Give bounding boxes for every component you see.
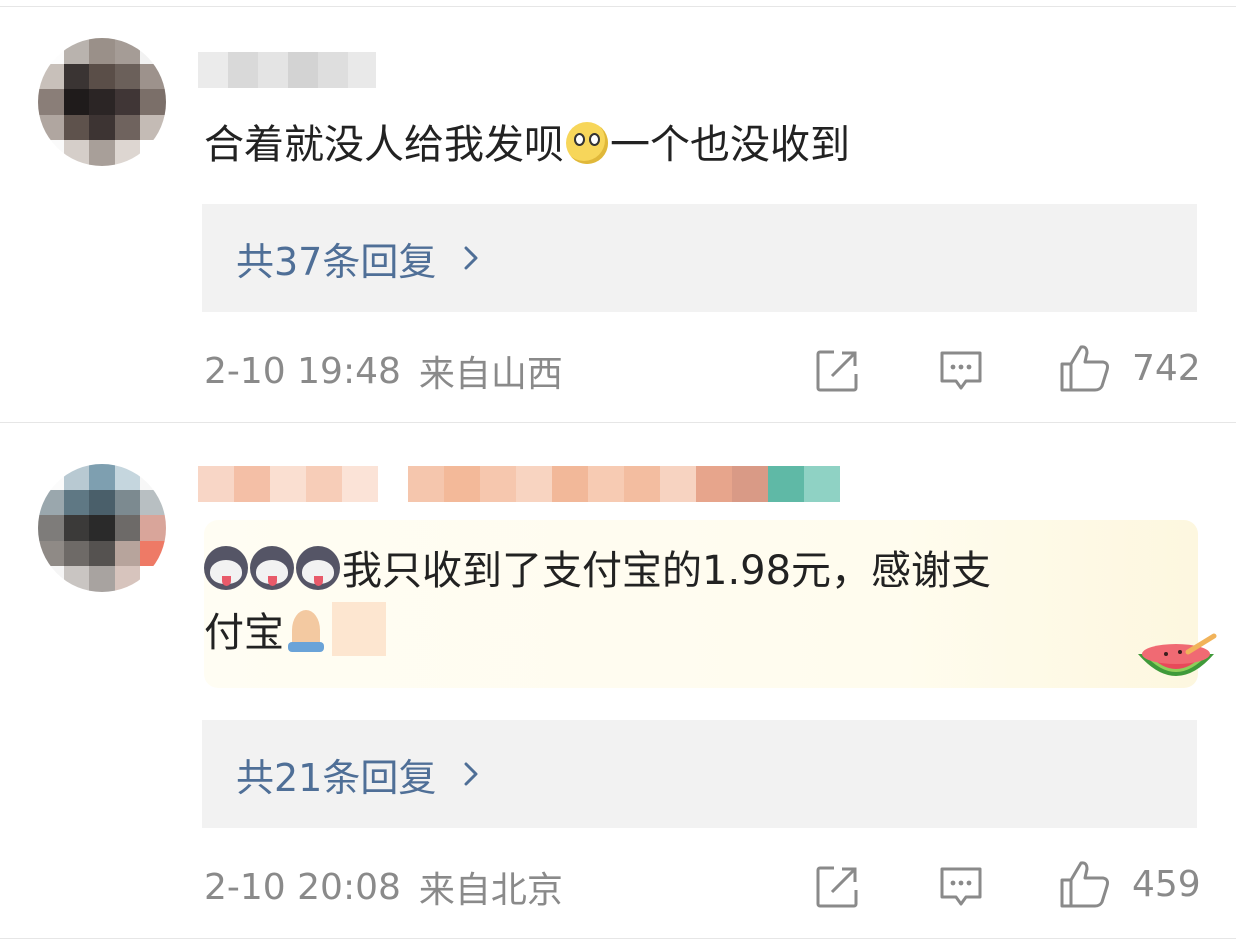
husky-emoji-icon — [296, 546, 340, 590]
praying-hands-emoji-icon — [284, 608, 328, 652]
husky-emoji-icon — [204, 546, 248, 590]
comment-text: 我只收到了支付宝的1.98元，感谢支 付宝 — [204, 546, 992, 656]
replies-label: 共21条回复 — [236, 755, 437, 800]
like-count: 459 — [1132, 864, 1201, 905]
chevron-right-icon — [464, 762, 478, 786]
location: 来自山西 — [418, 354, 563, 395]
comment-divider — [0, 422, 1236, 423]
comment-icon[interactable] — [938, 864, 984, 910]
comment-meta: 2-10 20:08 来自北京 — [204, 862, 563, 912]
avatar[interactable] — [38, 464, 166, 592]
emoji-placeholder-icon — [332, 602, 386, 656]
share-icon[interactable] — [814, 864, 860, 910]
avatar[interactable] — [38, 38, 166, 166]
comment-icon[interactable] — [938, 348, 984, 394]
watermelon-badge-icon — [1138, 633, 1217, 676]
location: 来自北京 — [418, 870, 563, 911]
thumbs-up-icon[interactable] — [1058, 342, 1112, 394]
bottom-divider — [0, 938, 1236, 939]
comment-meta: 2-10 19:48 来自山西 — [204, 346, 563, 396]
username-blurred[interactable] — [198, 52, 376, 88]
thumbs-up-icon[interactable] — [1058, 858, 1112, 910]
username-blurred[interactable] — [198, 466, 918, 502]
chevron-right-icon — [464, 246, 478, 270]
share-icon[interactable] — [814, 348, 860, 394]
timestamp: 2-10 20:08 — [204, 866, 401, 908]
husky-emoji-icon — [250, 546, 294, 590]
top-divider — [0, 6, 1236, 7]
view-replies-button[interactable]: 共21条回复 — [202, 720, 1197, 828]
view-replies-button[interactable]: 共37条回复 — [202, 204, 1197, 312]
timestamp: 2-10 19:48 — [204, 350, 401, 392]
comment-text: 合着就没人给我发呗 一个也没收到 — [204, 122, 850, 168]
rolling-eyes-emoji-icon — [566, 122, 608, 164]
like-count: 742 — [1132, 348, 1201, 389]
replies-label: 共37条回复 — [236, 239, 437, 284]
